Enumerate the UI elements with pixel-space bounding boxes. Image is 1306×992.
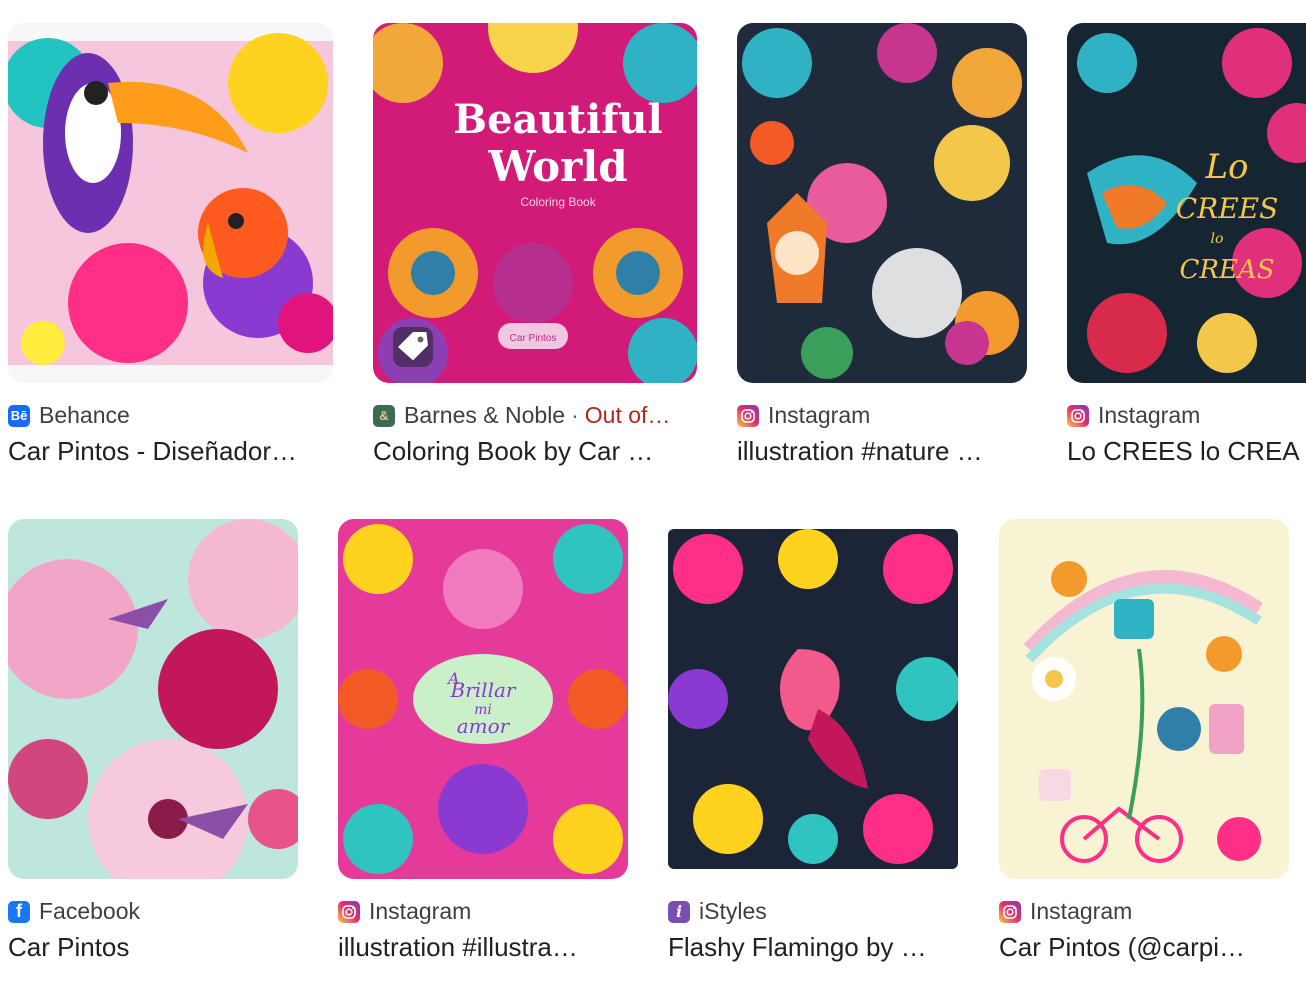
result-title[interactable]: Lo CREES lo CREA xyxy=(1067,436,1306,467)
result-thumbnail[interactable]: Lo CREES lo CREAS xyxy=(1067,23,1306,383)
result-title[interactable]: Car Pintos xyxy=(8,932,298,963)
result-source[interactable]: & Barnes & Noble · Out of… xyxy=(373,402,670,429)
result-title[interactable]: illustration #illustra… xyxy=(338,932,628,963)
result-source[interactable]: Instagram xyxy=(1067,402,1200,429)
flamingo-illustration xyxy=(668,529,958,869)
lettering-line4: CREAS xyxy=(1179,255,1274,285)
result-thumbnail[interactable]: Beautiful World Coloring Book Car Pintos xyxy=(373,23,697,383)
instagram-icon xyxy=(999,900,1021,923)
result-source[interactable]: Instagram xyxy=(999,898,1132,925)
result-title[interactable]: Car Pintos (@carpi… xyxy=(999,932,1289,963)
result-title[interactable]: illustration #nature … xyxy=(737,436,1027,467)
barnes-noble-icon: & xyxy=(373,404,395,427)
instagram-icon xyxy=(1067,404,1089,427)
result-title[interactable]: Flashy Flamingo by … xyxy=(668,932,958,963)
source-name: Instagram xyxy=(369,898,472,924)
result-card[interactable]: Instagram illustration #nature … xyxy=(729,0,1039,480)
result-card[interactable]: f Facebook Car Pintos xyxy=(0,496,310,976)
result-card[interactable]: Bē Behance Car Pintos - Diseñador… xyxy=(0,0,340,480)
brillar-illustration: A Brillar mi amor xyxy=(338,519,628,879)
source-name: Instagram xyxy=(1098,402,1201,428)
result-thumbnail[interactable] xyxy=(8,519,298,879)
stock-status: Out of… xyxy=(584,402,671,428)
lettering-line3: lo xyxy=(1211,231,1224,247)
cover-title-line1: Beautiful xyxy=(453,96,662,143)
lettering-line4: amor xyxy=(457,714,511,738)
result-source[interactable]: i iStyles xyxy=(668,898,767,925)
pink-flowers-illustration xyxy=(8,519,298,879)
lettering-line2: CREES xyxy=(1176,192,1279,225)
result-title[interactable]: Car Pintos - Diseñador… xyxy=(8,436,328,467)
result-card[interactable]: Lo CREES lo CREAS Instagram Lo CREES lo … xyxy=(1059,0,1306,480)
source-name: Facebook xyxy=(39,898,141,924)
product-tag-icon[interactable] xyxy=(393,327,433,367)
lettering-line2: Brillar xyxy=(450,678,517,702)
source-name: iStyles xyxy=(699,898,767,924)
result-source[interactable]: Instagram xyxy=(737,402,870,429)
result-card[interactable]: A Brillar mi amor Instagram illustration… xyxy=(330,496,640,976)
facebook-icon: f xyxy=(8,900,30,923)
result-source[interactable]: Bē Behance xyxy=(8,402,130,429)
result-thumbnail[interactable] xyxy=(668,529,958,869)
result-thumbnail[interactable] xyxy=(999,519,1289,879)
source-name: Behance xyxy=(39,402,130,428)
garden-items-illustration xyxy=(999,519,1289,879)
bird-lettering-illustration: Lo CREES lo CREAS xyxy=(1067,23,1306,383)
source-name: Barnes & Noble xyxy=(404,402,566,428)
istyles-icon: i xyxy=(668,900,690,923)
lettering-line1: Lo xyxy=(1204,147,1248,187)
toucan-illustration xyxy=(8,23,333,383)
result-title[interactable]: Coloring Book by Car … xyxy=(373,436,693,467)
source-name: Instagram xyxy=(1030,898,1133,924)
source-separator: · xyxy=(571,402,579,428)
result-source[interactable]: f Facebook xyxy=(8,898,140,925)
instagram-icon xyxy=(338,900,360,923)
result-card[interactable]: i iStyles Flashy Flamingo by … xyxy=(660,496,970,976)
cover-brand: Car Pintos xyxy=(510,333,557,344)
result-source[interactable]: Instagram xyxy=(338,898,471,925)
result-thumbnail[interactable]: A Brillar mi amor xyxy=(338,519,628,879)
result-card[interactable]: Instagram Car Pintos (@carpi… xyxy=(991,496,1306,976)
result-thumbnail[interactable] xyxy=(8,23,333,383)
result-thumbnail[interactable] xyxy=(737,23,1027,383)
cover-title-line2: World xyxy=(487,142,627,191)
source-name: Instagram xyxy=(768,402,871,428)
instagram-icon xyxy=(737,404,759,427)
behance-icon: Bē xyxy=(8,404,30,427)
fox-owl-illustration xyxy=(737,23,1027,383)
cover-subtitle: Coloring Book xyxy=(520,195,596,209)
result-card[interactable]: Beautiful World Coloring Book Car Pintos… xyxy=(365,0,705,480)
